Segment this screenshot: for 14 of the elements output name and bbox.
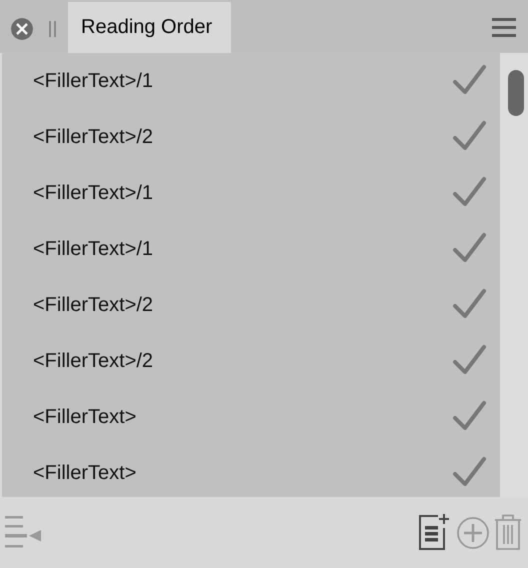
scrollbar-thumb[interactable]: [508, 70, 524, 116]
close-icon[interactable]: [11, 18, 33, 40]
panel-tab[interactable]: Reading Order: [68, 2, 231, 53]
list-item[interactable]: <FillerText>/2: [33, 350, 154, 372]
new-page-icon[interactable]: [418, 514, 452, 552]
menu-icon[interactable]: [492, 18, 516, 38]
list-item[interactable]: <FillerText>/1: [33, 70, 154, 92]
list-item[interactable]: <FillerText>/1: [33, 182, 154, 204]
list-item[interactable]: <FillerText>/2: [33, 126, 154, 148]
drag-handle-icon[interactable]: [49, 21, 56, 37]
list-item[interactable]: <FillerText>/2: [33, 294, 154, 316]
list-item[interactable]: <FillerText>/1: [33, 238, 154, 260]
list-item[interactable]: <FillerText>: [33, 462, 136, 484]
list-item[interactable]: <FillerText>: [33, 406, 136, 428]
